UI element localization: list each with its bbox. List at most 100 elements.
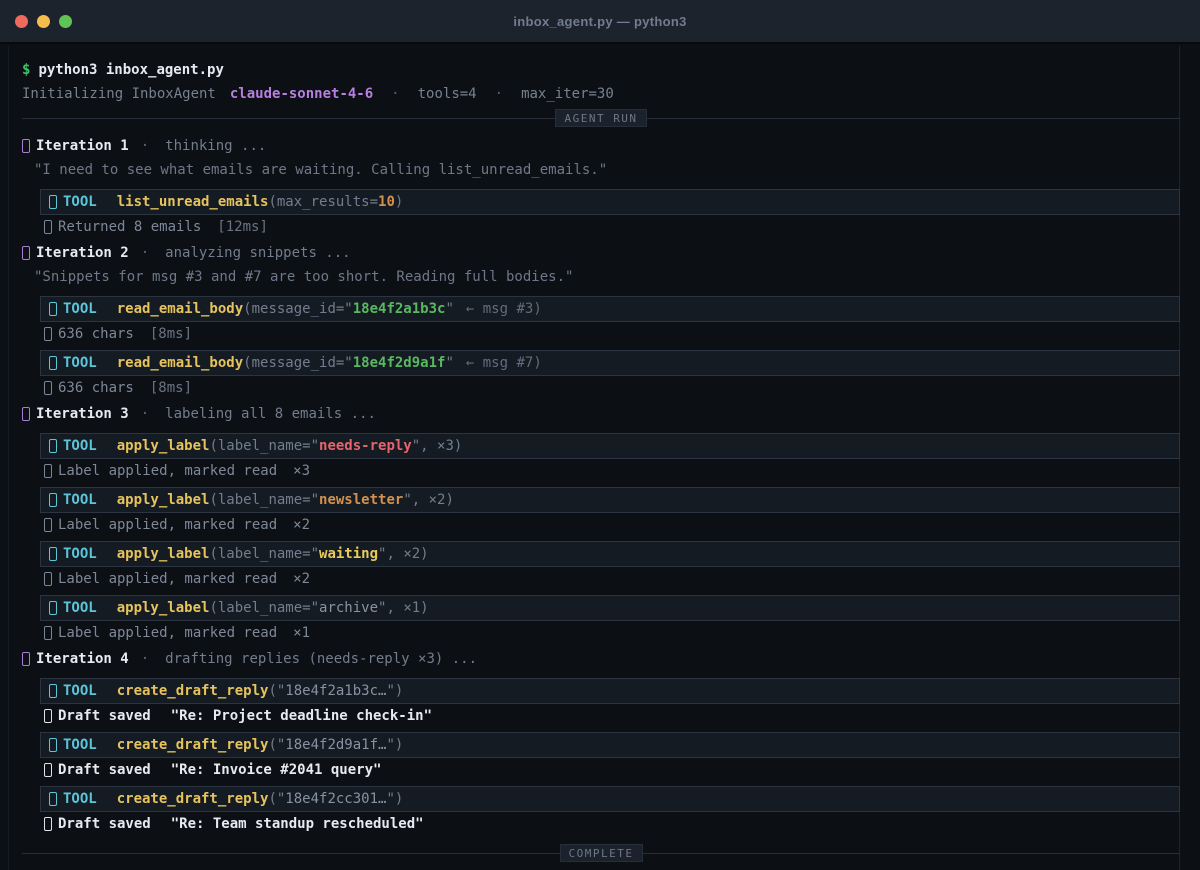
iteration-icon [22, 246, 30, 260]
tool-arg-note: ← msg #3) [465, 301, 542, 317]
iteration-header: Iteration 1 · thinking ... [22, 134, 1180, 158]
result-count: ×2 [293, 517, 311, 533]
tool-args-post: ") [386, 683, 404, 699]
result-text: 636 chars [58, 326, 134, 342]
result-count: ×1 [293, 625, 311, 641]
agent-run-label: AGENT RUN [555, 109, 647, 127]
tool-badge: TOOL [63, 737, 97, 753]
tool-icon [49, 684, 57, 698]
draft-icon [44, 763, 52, 777]
result-count: ×2 [293, 571, 311, 587]
draft-subject: "Re: Team standup rescheduled" [170, 816, 424, 832]
thinking-quote: "I need to see what emails are waiting. … [34, 162, 608, 178]
tool-fn-name: read_email_body [116, 355, 244, 371]
tool-arg-value: 18e4f2a1b3c [352, 301, 446, 317]
init-line: Initializing InboxAgent claude-sonnet-4-… [22, 82, 1180, 106]
tool-call-row: TOOL read_email_body (message_id=" 18e4f… [40, 350, 1180, 376]
tool-call-row: TOOL apply_label (label_name=" newslette… [40, 487, 1180, 513]
tool-args-pre: (" [268, 791, 286, 807]
result-icon [44, 220, 52, 234]
tool-call-row: TOOL read_email_body (message_id=" 18e4f… [40, 296, 1180, 322]
shell-command-line: $ python3 inbox_agent.py [22, 58, 1180, 82]
separator-dot: · [494, 86, 504, 102]
tool-args-post: " [445, 355, 454, 371]
result-timing: [12ms] [217, 219, 268, 235]
tool-args-pre: (message_id=" [243, 301, 353, 317]
tool-result-row: Label applied, marked read ×2 [44, 513, 1180, 537]
tool-badge: TOOL [63, 194, 97, 210]
tool-result-row: Label applied, marked read ×1 [44, 621, 1180, 645]
tool-args-pre: (" [268, 737, 286, 753]
tool-fn-name: list_unread_emails [116, 194, 269, 210]
tool-arg-value: 10 [378, 194, 395, 210]
max-iter: max_iter=30 [521, 86, 614, 102]
result-timing: [8ms] [149, 380, 193, 396]
tool-badge: TOOL [63, 683, 97, 699]
agent-run-banner: AGENT RUN [22, 106, 1181, 130]
tool-arg-value: waiting [319, 546, 379, 562]
draft-result-row: Draft saved "Re: Project deadline check-… [44, 704, 1180, 728]
complete-label: COMPLETE [559, 844, 643, 862]
tool-badge: TOOL [63, 438, 97, 454]
tool-badge: TOOL [63, 355, 97, 371]
tool-result-row: 636 chars [8ms] [44, 376, 1180, 400]
result-text: Label applied, marked read [58, 571, 278, 587]
tool-fn-name: apply_label [116, 492, 210, 508]
iteration-header: Iteration 2 · analyzing snippets ... [22, 241, 1180, 265]
tool-args-pre: (label_name=" [209, 546, 320, 562]
complete-banner: COMPLETE [22, 841, 1181, 865]
tool-args-pre: (label_name=" [209, 492, 320, 508]
window-title: inbox_agent.py — python3 [513, 13, 687, 29]
tool-arg-value: 18e4f2cc301… [285, 791, 387, 807]
iteration-separator: · [140, 406, 150, 422]
tool-fn-name: apply_label [116, 438, 210, 454]
tool-icon [49, 439, 57, 453]
iteration-icon [22, 652, 30, 666]
separator-dot: · [391, 86, 400, 102]
result-count: ×3 [293, 463, 311, 479]
result-text: Returned 8 emails [58, 219, 202, 235]
tool-args-post: ", ×2) [403, 492, 454, 508]
tool-args-post: ", ×3) [411, 438, 463, 454]
tool-fn-name: create_draft_reply [116, 791, 269, 807]
tool-result-row: Returned 8 emails [12ms] [44, 215, 1180, 239]
zoom-button[interactable] [59, 14, 72, 28]
result-icon [44, 464, 52, 478]
iteration-status: drafting replies (needs-reply ×3) ... [165, 651, 478, 667]
result-text: 636 chars [58, 380, 134, 396]
tool-args-post: ", ×1) [378, 600, 429, 616]
iteration-label: Iteration 2 [36, 245, 129, 261]
tool-call-row: TOOL apply_label (label_name=" waiting "… [40, 541, 1180, 567]
shell-prompt: $ [22, 62, 31, 78]
tool-fn-name: apply_label [116, 546, 210, 562]
tool-badge: TOOL [63, 492, 97, 508]
close-button[interactable] [15, 14, 28, 28]
tool-call-row: TOOL create_draft_reply (" 18e4f2d9a1f… … [40, 732, 1180, 758]
iteration-icon [22, 139, 30, 153]
tool-call-row: TOOL create_draft_reply (" 18e4f2a1b3c… … [40, 678, 1180, 704]
terminal-output: $ python3 inbox_agent.py Initializing In… [0, 44, 1200, 865]
draft-icon [44, 817, 52, 831]
minimize-button[interactable] [37, 14, 50, 28]
tool-icon [49, 601, 57, 615]
draft-subject: "Re: Invoice #2041 query" [170, 762, 382, 778]
tool-call-row: TOOL list_unread_emails (max_results= 10… [40, 189, 1180, 215]
draft-status: Draft saved [58, 708, 151, 724]
init-text: Initializing InboxAgent [22, 86, 216, 102]
iteration-separator: · [140, 245, 150, 261]
tool-args-post: ") [386, 737, 404, 753]
tool-icon [49, 493, 57, 507]
tool-args-pre: (" [268, 683, 286, 699]
tool-fn-name: create_draft_reply [116, 737, 269, 753]
tool-fn-name: apply_label [116, 600, 210, 616]
result-timing: [8ms] [149, 326, 193, 342]
result-icon [44, 518, 52, 532]
tool-arg-value: archive [319, 600, 379, 616]
tool-icon [49, 356, 57, 370]
tool-arg-value: 18e4f2a1b3c… [285, 683, 387, 699]
thinking-quote: "Snippets for msg #3 and #7 are too shor… [34, 269, 574, 285]
iteration-header: Iteration 4 · drafting replies (needs-re… [22, 647, 1180, 671]
tool-icon [49, 738, 57, 752]
tool-badge: TOOL [63, 600, 97, 616]
iteration-separator: · [140, 138, 150, 154]
